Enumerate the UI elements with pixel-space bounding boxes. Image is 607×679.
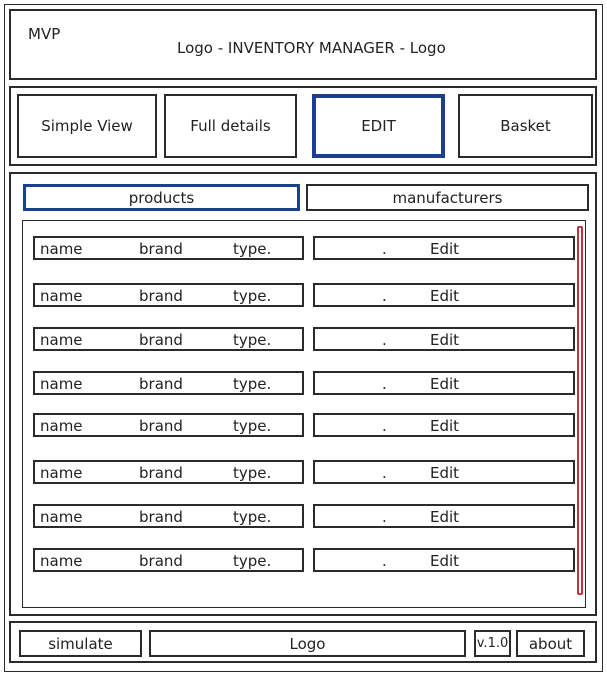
- cell-brand: brand: [139, 240, 183, 258]
- view-toolbar: Simple View Full details EDIT Basket: [9, 86, 597, 166]
- row-edit-button[interactable]: . Edit: [313, 327, 575, 351]
- edit-label: Edit: [430, 417, 460, 435]
- edit-label: Edit: [430, 375, 460, 393]
- cell-name: name: [40, 417, 83, 435]
- edit-button[interactable]: EDIT: [312, 94, 445, 158]
- cell-dot: .: [382, 240, 387, 258]
- cell-name: name: [40, 552, 83, 570]
- cell-name: name: [40, 287, 83, 305]
- cell-dot: .: [382, 417, 387, 435]
- edit-label: Edit: [430, 287, 460, 305]
- cell-name: name: [40, 375, 83, 393]
- list-scrollbar[interactable]: [577, 226, 583, 595]
- cell-type: type.: [233, 508, 272, 526]
- cell-type: type.: [233, 331, 272, 349]
- app-title: Logo - INVENTORY MANAGER - Logo: [177, 39, 446, 57]
- edit-label: Edit: [430, 240, 460, 258]
- cell-brand: brand: [139, 417, 183, 435]
- cell-brand: brand: [139, 464, 183, 482]
- cell-dot: .: [382, 464, 387, 482]
- table-row: name brand type.. Edit: [33, 413, 575, 437]
- table-row: name brand type.. Edit: [33, 504, 575, 528]
- row-info: name brand type.: [33, 327, 304, 351]
- row-edit-button[interactable]: . Edit: [313, 283, 575, 307]
- row-info: name brand type.: [33, 413, 304, 437]
- cell-type: type.: [233, 240, 272, 258]
- row-info: name brand type.: [33, 548, 304, 572]
- row-info: name brand type.: [33, 283, 304, 307]
- row-info: name brand type.: [33, 460, 304, 484]
- cell-name: name: [40, 508, 83, 526]
- table-row: name brand type.. Edit: [33, 460, 575, 484]
- cell-brand: brand: [139, 375, 183, 393]
- cell-dot: .: [382, 508, 387, 526]
- cell-type: type.: [233, 375, 272, 393]
- app-header: MVP Logo - INVENTORY MANAGER - Logo: [9, 9, 597, 80]
- row-info: name brand type.: [33, 236, 304, 260]
- row-edit-button[interactable]: . Edit: [313, 460, 575, 484]
- row-edit-button[interactable]: . Edit: [313, 371, 575, 395]
- edit-label: Edit: [430, 552, 460, 570]
- row-edit-button[interactable]: . Edit: [313, 504, 575, 528]
- cell-brand: brand: [139, 552, 183, 570]
- table-row: name brand type.. Edit: [33, 283, 575, 307]
- row-info: name brand type.: [33, 371, 304, 395]
- row-edit-button[interactable]: . Edit: [313, 236, 575, 260]
- full-details-button[interactable]: Full details: [164, 94, 297, 158]
- table-row: name brand type.. Edit: [33, 327, 575, 351]
- cell-type: type.: [233, 464, 272, 482]
- tab-products[interactable]: products: [23, 184, 300, 211]
- basket-button[interactable]: Basket: [458, 94, 593, 158]
- cell-name: name: [40, 240, 83, 258]
- table-row: name brand type.. Edit: [33, 371, 575, 395]
- tab-manufacturers[interactable]: manufacturers: [306, 184, 589, 211]
- mvp-label: MVP: [28, 25, 61, 43]
- simulate-button[interactable]: simulate: [19, 630, 142, 657]
- cell-dot: .: [382, 287, 387, 305]
- cell-brand: brand: [139, 287, 183, 305]
- cell-dot: .: [382, 375, 387, 393]
- row-info: name brand type.: [33, 504, 304, 528]
- cell-type: type.: [233, 287, 272, 305]
- row-edit-button[interactable]: . Edit: [313, 548, 575, 572]
- app-footer: simulate Logo v.1.0 about: [9, 621, 597, 663]
- table-row: name brand type.. Edit: [33, 548, 575, 572]
- cell-name: name: [40, 464, 83, 482]
- edit-label: Edit: [430, 331, 460, 349]
- cell-type: type.: [233, 552, 272, 570]
- edit-label: Edit: [430, 508, 460, 526]
- row-edit-button[interactable]: . Edit: [313, 413, 575, 437]
- cell-brand: brand: [139, 331, 183, 349]
- cell-brand: brand: [139, 508, 183, 526]
- footer-logo: Logo: [149, 630, 466, 657]
- cell-dot: .: [382, 552, 387, 570]
- edit-label: Edit: [430, 464, 460, 482]
- cell-name: name: [40, 331, 83, 349]
- version-badge: v.1.0: [474, 630, 511, 657]
- simple-view-button[interactable]: Simple View: [17, 94, 157, 158]
- main-panel: products manufacturers name brand type.. Ed…: [9, 172, 597, 616]
- cell-type: type.: [233, 417, 272, 435]
- cell-dot: .: [382, 331, 387, 349]
- about-button[interactable]: about: [516, 630, 585, 657]
- table-row: name brand type.. Edit: [33, 236, 575, 260]
